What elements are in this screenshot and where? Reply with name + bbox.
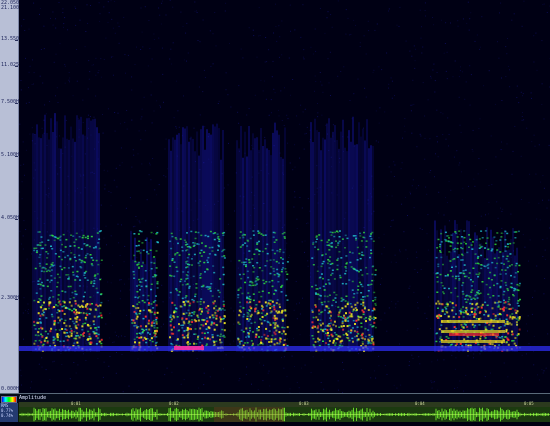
waveform-panel-area: Amplitude RMS 0.77% 0.74% 0:01 0:02 0:03…: [0, 393, 550, 422]
waveform-overview[interactable]: [19, 407, 550, 422]
waveform-plot: [19, 407, 550, 422]
time-label: 0:04: [415, 401, 425, 406]
frequency-axis: 22.050 21.100 13.550 11.025 7.500Hz 5.10…: [0, 0, 19, 393]
time-label: 0:05: [524, 401, 534, 406]
spectrogram-plot: [19, 0, 550, 393]
spectrogram-canvas[interactable]: [19, 0, 550, 393]
level-value: 0.74%: [1, 414, 13, 418]
legend-label: Amplitude: [19, 395, 46, 401]
time-label: 0:01: [71, 401, 81, 406]
amplitude-color-scale: [1, 396, 17, 403]
time-label: 0:02: [169, 401, 179, 406]
time-label: 0:03: [299, 401, 309, 406]
frequency-tick-label: 21.100: [1, 6, 19, 11]
level-readout: RMS 0.77% 0.74%: [0, 403, 18, 422]
